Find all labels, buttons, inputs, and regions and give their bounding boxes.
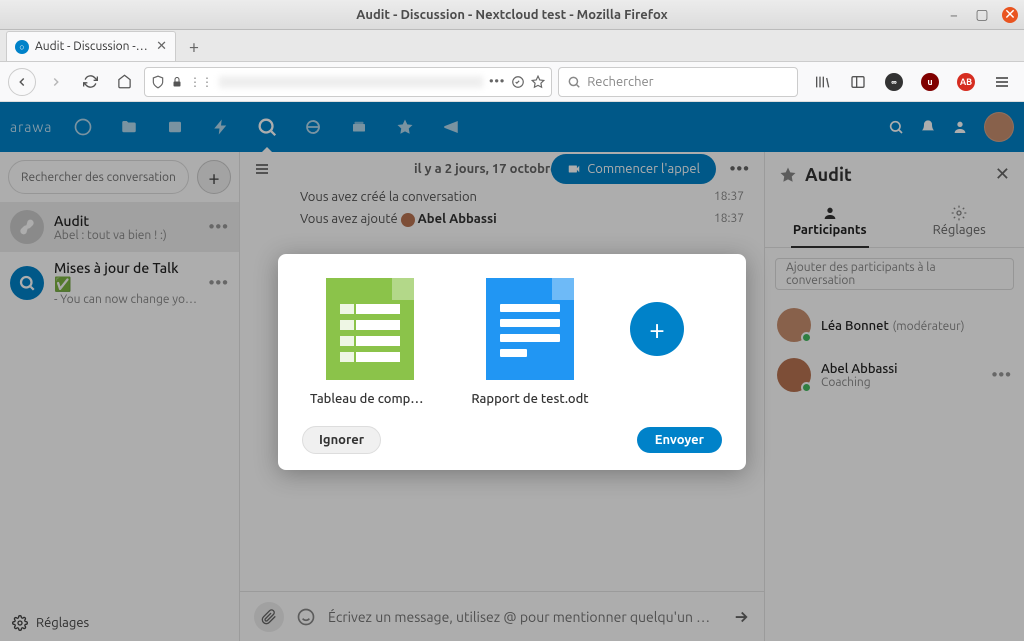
browser-tabbar: ○ Audit - Discussion - Next… ✕ + xyxy=(0,30,1024,62)
ublock-icon[interactable]: u xyxy=(916,68,944,96)
lock-icon xyxy=(171,76,183,88)
back-button[interactable] xyxy=(8,68,36,96)
file-item[interactable]: Rapport de test.odt xyxy=(470,278,590,406)
menu-hamburger-icon[interactable] xyxy=(988,68,1016,96)
tab-close-icon[interactable]: ✕ xyxy=(156,39,167,54)
ignore-button[interactable]: Ignorer xyxy=(302,426,381,454)
page-actions-icon[interactable]: ••• xyxy=(489,75,505,88)
shield-icon xyxy=(151,75,165,89)
spreadsheet-icon xyxy=(326,278,414,380)
sidebar-icon[interactable] xyxy=(844,68,872,96)
minimize-button[interactable]: − xyxy=(946,7,962,23)
os-window-title: Audit - Discussion - Nextcloud test - Mo… xyxy=(356,8,667,22)
url-text xyxy=(219,76,483,88)
maximize-button[interactable]: ▢ xyxy=(974,7,990,23)
reader-icon[interactable] xyxy=(511,75,525,89)
extension-icon-1[interactable]: ∞ xyxy=(880,68,908,96)
search-icon xyxy=(567,75,581,89)
browser-tab[interactable]: ○ Audit - Discussion - Next… ✕ xyxy=(6,31,176,61)
document-icon xyxy=(486,278,574,380)
file-share-modal: Tableau de comparais… Rapport de test.od… xyxy=(278,254,746,470)
os-titlebar: Audit - Discussion - Nextcloud test - Mo… xyxy=(0,0,1024,30)
search-bar[interactable]: Rechercher xyxy=(558,67,798,97)
file-name: Tableau de comparais… xyxy=(310,392,430,406)
new-tab-button[interactable]: + xyxy=(180,33,208,61)
adblock-icon[interactable]: AB xyxy=(952,68,980,96)
send-files-button[interactable]: Envoyer xyxy=(637,427,722,453)
add-file-button[interactable]: + xyxy=(630,302,684,356)
file-item[interactable]: Tableau de comparais… xyxy=(310,278,430,406)
nextcloud-favicon: ○ xyxy=(15,40,29,54)
reload-button[interactable] xyxy=(76,68,104,96)
app-viewport: arawa + xyxy=(0,102,1024,641)
forward-button[interactable] xyxy=(42,68,70,96)
browser-tab-title: Audit - Discussion - Next… xyxy=(35,40,150,53)
address-bar[interactable]: ⋮⋮ ••• xyxy=(144,67,552,97)
search-placeholder: Rechercher xyxy=(587,75,653,89)
browser-toolbar: ⋮⋮ ••• Rechercher ∞ u AB xyxy=(0,62,1024,102)
home-button[interactable] xyxy=(110,68,138,96)
close-window-button[interactable]: ✕ xyxy=(1002,7,1018,23)
library-icon[interactable] xyxy=(808,68,836,96)
file-name: Rapport de test.odt xyxy=(470,392,590,406)
bookmark-star-icon[interactable] xyxy=(531,75,545,89)
